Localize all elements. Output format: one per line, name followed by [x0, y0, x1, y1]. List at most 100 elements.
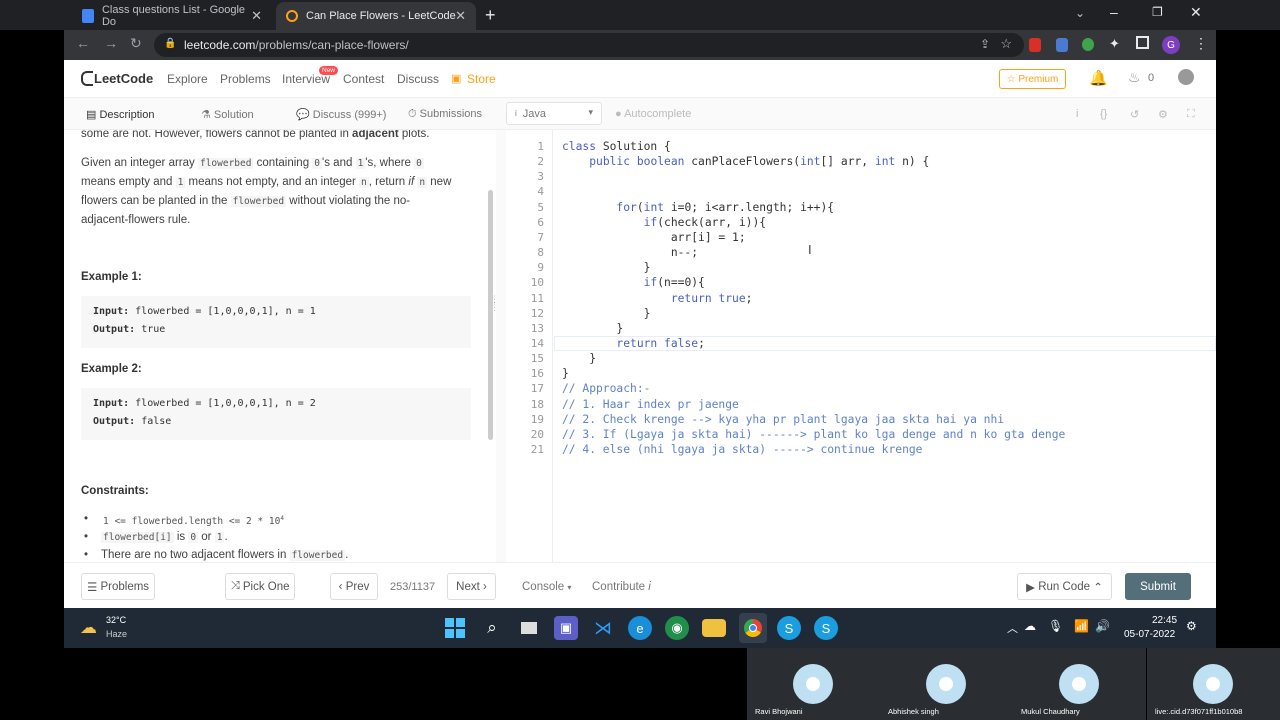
task-view-icon[interactable] [517, 616, 541, 640]
code-line[interactable]: } [562, 261, 651, 274]
file-explorer-icon[interactable] [702, 619, 726, 637]
button-label: Problems [100, 580, 150, 593]
notification-icon[interactable]: ⚙ [1186, 619, 1197, 633]
language-select[interactable]: i Java ▾ [506, 102, 602, 125]
avatar [793, 664, 833, 704]
fullscreen-icon[interactable]: ⛶ [1187, 108, 1195, 121]
url-input[interactable]: 🔒 leetcode.com/problems/can-place-flower… [154, 33, 1024, 57]
pick-one-button[interactable]: ⤨ Pick One [225, 573, 295, 600]
scrollbar[interactable] [488, 190, 493, 440]
shield-icon[interactable] [1056, 38, 1068, 52]
code-line[interactable]: // 4. else (nhi lgaya ja skta) -----> co… [562, 443, 922, 456]
nav-discuss[interactable]: Discuss [397, 72, 439, 86]
windows-start-icon[interactable] [443, 616, 467, 640]
code-line[interactable]: } [562, 322, 623, 335]
bell-icon[interactable]: 🔔 [1089, 69, 1108, 87]
contribute-link[interactable]: Contribute i [592, 581, 651, 593]
puzzle-icon[interactable]: ✦ [1109, 36, 1120, 52]
edge-icon[interactable]: e [628, 616, 652, 640]
code-line[interactable]: arr[i] = 1; [562, 231, 746, 244]
problems-button[interactable]: ☰ Problems [81, 573, 155, 600]
nav-store[interactable]: Store [467, 72, 496, 86]
forward-icon[interactable]: → [104, 35, 118, 51]
skype-icon[interactable]: S [814, 616, 838, 640]
autocomplete-label: Autocomplete [624, 108, 692, 120]
code-line[interactable]: } [562, 367, 569, 380]
premium-button[interactable]: ☆ Premium [999, 69, 1066, 89]
extension-icon[interactable] [1082, 38, 1094, 51]
input-label: Input: [93, 398, 130, 409]
output-label: Output: [93, 416, 136, 427]
bottom-bar: ☰ Problems ⤨ Pick One ‹ Prev 253/1137 Ne… [64, 562, 1216, 608]
code-line[interactable]: if(n==0){ [562, 276, 705, 289]
code-line[interactable]: n--; [562, 246, 698, 259]
share-icon[interactable]: ⇪ [980, 37, 990, 51]
braces-icon[interactable]: {} [1100, 108, 1107, 120]
clock-date[interactable]: 05-07-2022 [1124, 629, 1175, 640]
user-avatar-icon[interactable] [1178, 69, 1194, 85]
tab-submissions[interactable]: ⏱ Submissions [408, 108, 482, 121]
code-line[interactable]: // 3. If (Lgaya ja skta hai) ------> pla… [562, 428, 1065, 441]
microphone-icon[interactable]: 🎙 [1048, 619, 1063, 633]
code-line[interactable]: return false; [562, 337, 704, 350]
code-line[interactable]: if(check(arr, i)){ [562, 216, 766, 229]
nav-problems[interactable]: Problems [220, 72, 271, 86]
chevron-up-icon[interactable]: ︿ [1007, 620, 1018, 636]
code-line[interactable]: } [562, 307, 651, 320]
example2-output: false [141, 416, 172, 427]
console-toggle[interactable]: Console ▾ [522, 581, 571, 593]
submit-button[interactable]: Submit [1125, 573, 1191, 600]
leetcode-logo[interactable]: LeetCode [94, 71, 153, 86]
code-editor[interactable]: 1 2 3 4 5 6 7 8 9 10 11 12 13 14 15 16 17 18 19 20 21 class … [506, 130, 1216, 562]
search-icon[interactable]: ⌕ [480, 616, 504, 640]
nav-contest[interactable]: Contest [343, 72, 384, 86]
menu-icon[interactable]: ⋮ [1194, 35, 1208, 52]
teams-icon[interactable]: ▣ [554, 616, 578, 640]
star-icon: ☆ [1006, 73, 1019, 85]
app-icon[interactable]: ◉ [665, 616, 689, 640]
profile-avatar[interactable]: G [1162, 36, 1180, 54]
onedrive-icon[interactable]: ☁ [1024, 619, 1036, 633]
back-icon[interactable]: ← [76, 35, 90, 51]
premium-label: Premium [1018, 73, 1059, 85]
chrome-icon[interactable] [739, 613, 767, 643]
next-button[interactable]: Next › [447, 573, 496, 600]
tab-solution[interactable]: ⚗ Solution [201, 108, 254, 121]
sidebar-icon[interactable] [1136, 36, 1149, 49]
code-line[interactable]: class Solution { [562, 140, 671, 153]
reset-icon[interactable]: ↺ [1130, 108, 1139, 121]
code-line[interactable]: for(int i=0; i<arr.length; i++){ [562, 201, 834, 214]
tab-description[interactable]: ▤ Description [86, 108, 154, 121]
skype-icon[interactable]: S [777, 616, 801, 640]
wifi-icon[interactable]: 📶 [1074, 619, 1089, 633]
vscode-icon[interactable]: ⋊ [591, 616, 615, 640]
button-label: Run Code [1038, 580, 1090, 593]
code-line[interactable]: public boolean canPlaceFlowers(int[] arr… [562, 155, 929, 168]
nav-explore[interactable]: Explore [167, 72, 208, 86]
code-line[interactable]: return true; [562, 292, 753, 305]
line-number: 13 [530, 321, 544, 335]
text: . [345, 549, 349, 561]
prev-button[interactable]: ‹ Prev [330, 573, 378, 600]
participant-name: Ravi Bhojwani [755, 707, 803, 716]
drag-handle-icon[interactable]: ⋮ ⋮ [490, 295, 499, 312]
weather-text: Haze [106, 629, 128, 639]
extension-icon[interactable] [1029, 38, 1041, 52]
reload-icon[interactable]: ↻ [130, 35, 142, 52]
code-line[interactable]: // 1. Haar index pr jaenge [562, 398, 739, 411]
code-line[interactable]: // Approach:- [562, 382, 650, 395]
clock-time[interactable]: 22:45 [1152, 615, 1177, 626]
info-icon[interactable]: i [1076, 108, 1078, 120]
code-line[interactable]: } [562, 352, 596, 365]
code-line[interactable]: // 2. Check krenge --> kya yha pr plant … [562, 413, 1004, 426]
settings-icon[interactable]: ⚙ [1158, 108, 1168, 121]
autocomplete-toggle[interactable]: ● Autocomplete [615, 108, 691, 120]
text: There are no two adjacent flowers in [101, 549, 290, 561]
star-icon[interactable]: ☆ [1000, 36, 1012, 52]
run-code-button[interactable]: ▶ Run Code ⌃ [1017, 573, 1112, 600]
person-icon [806, 677, 820, 691]
text: 's, where [365, 157, 415, 169]
tab-discuss[interactable]: 💬 Discuss (999+) [296, 108, 386, 121]
volume-icon[interactable]: 🔊 [1095, 619, 1110, 633]
chevron-down-icon: ▾ [567, 583, 572, 592]
